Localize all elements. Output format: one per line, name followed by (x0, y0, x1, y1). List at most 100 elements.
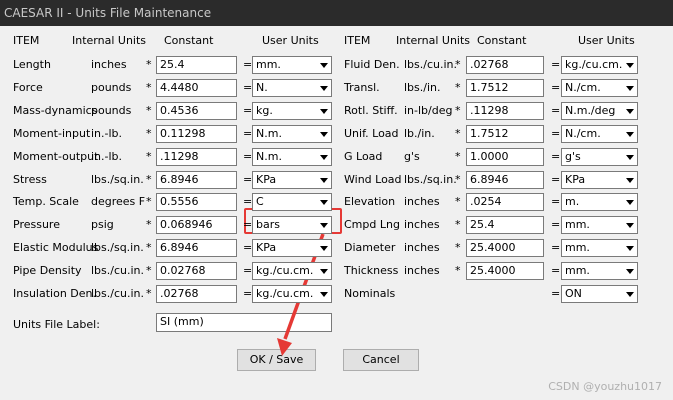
right-row-6-constant-input[interactable]: .0254 (466, 193, 544, 211)
header-constant-left: Constant (164, 34, 214, 47)
left-row-1-constant-input[interactable]: 4.4480 (156, 79, 237, 97)
left-row-1-user-units-select[interactable]: N. (252, 79, 332, 97)
right-row-8-user-units-select[interactable]: mm. (561, 239, 638, 257)
right-row-1-constant-input[interactable]: 1.7512 (466, 79, 544, 97)
left-row-9-user-units-select[interactable]: kg./cu.cm. (252, 262, 332, 280)
right-row-6-multiply-sign: * (455, 195, 461, 208)
chevron-down-icon[interactable] (316, 286, 331, 302)
right-row-8-multiply-sign: * (455, 241, 461, 254)
right-row-2-constant-input[interactable]: .11298 (466, 102, 544, 120)
right-row-4-constant-input[interactable]: 1.0000 (466, 148, 544, 166)
header-item-left: ITEM (13, 34, 40, 47)
left-row-5-user-units-select[interactable]: KPa (252, 171, 332, 189)
right-row-5-constant-input[interactable]: 6.8946 (466, 171, 544, 189)
right-row-7-user-units-select[interactable]: mm. (561, 216, 638, 234)
chevron-down-icon[interactable] (316, 149, 331, 165)
left-row-6-equals-sign: = (243, 195, 253, 208)
chevron-down-icon[interactable] (316, 263, 331, 279)
right-row-7-constant-input[interactable]: 25.4 (466, 216, 544, 234)
left-row-8-constant-input[interactable]: 6.8946 (156, 239, 237, 257)
chevron-down-icon[interactable] (622, 263, 637, 279)
chevron-down-icon[interactable] (316, 80, 331, 96)
right-row-6-user-units-select[interactable]: m. (561, 193, 638, 211)
right-row-0-constant-input[interactable]: .02768 (466, 56, 544, 74)
left-row-0-constant-input[interactable]: 25.4 (156, 56, 237, 74)
left-row-6-user-units-select[interactable]: C (252, 193, 332, 211)
chevron-down-icon[interactable] (622, 217, 637, 233)
right-row-10-equals-sign: = (551, 287, 561, 300)
cancel-button[interactable]: Cancel (343, 349, 419, 371)
chevron-down-icon[interactable] (622, 194, 637, 210)
left-row-10-equals-sign: = (243, 287, 253, 300)
right-row-1-equals-sign: = (551, 81, 561, 94)
right-row-4-multiply-sign: * (455, 150, 461, 163)
right-row-5-equals-sign: = (551, 173, 561, 186)
chevron-down-icon[interactable] (316, 217, 331, 233)
right-row-3-constant-input[interactable]: 1.7512 (466, 125, 544, 143)
left-row-2-constant-input[interactable]: 0.4536 (156, 102, 237, 120)
left-row-4-constant-input[interactable]: .11298 (156, 148, 237, 166)
left-row-8-user-units-select[interactable]: KPa (252, 239, 332, 257)
chevron-down-icon[interactable] (316, 57, 331, 73)
right-row-4-internal-units: g's (404, 150, 420, 163)
chevron-down-icon[interactable] (316, 240, 331, 256)
left-row-6-item-label: Temp. Scale (13, 195, 79, 208)
right-row-0-user-units-select[interactable]: kg./cu.cm. (561, 56, 638, 74)
chevron-down-icon[interactable] (622, 103, 637, 119)
right-row-3-user-units-select[interactable]: N./cm. (561, 125, 638, 143)
left-row-0-internal-units: inches (91, 58, 127, 71)
left-row-9-equals-sign: = (243, 264, 253, 277)
left-row-7-constant-input[interactable]: 0.068946 (156, 216, 237, 234)
right-row-6-user-units-value: m. (565, 195, 580, 208)
left-row-9-user-units-value: kg./cu.cm. (256, 264, 314, 277)
left-row-10-constant-input[interactable]: .02768 (156, 285, 237, 303)
left-row-3-constant-input[interactable]: 0.11298 (156, 125, 237, 143)
left-row-9-constant-input[interactable]: 0.02768 (156, 262, 237, 280)
left-row-4-user-units-value: N.m. (256, 150, 282, 163)
chevron-down-icon[interactable] (622, 80, 637, 96)
chevron-down-icon[interactable] (622, 172, 637, 188)
left-row-2-item-label: Mass-dynamics (13, 104, 98, 117)
right-row-9-constant-input[interactable]: 25.4000 (466, 262, 544, 280)
chevron-down-icon[interactable] (316, 126, 331, 142)
left-row-10-user-units-select[interactable]: kg./cu.cm. (252, 285, 332, 303)
right-row-2-user-units-select[interactable]: N.m./deg (561, 102, 638, 120)
chevron-down-icon[interactable] (622, 57, 637, 73)
chevron-down-icon[interactable] (622, 126, 637, 142)
right-row-6-equals-sign: = (551, 195, 561, 208)
left-row-4-equals-sign: = (243, 150, 253, 163)
chevron-down-icon[interactable] (316, 172, 331, 188)
left-row-0-user-units-select[interactable]: mm. (252, 56, 332, 74)
chevron-down-icon[interactable] (316, 194, 331, 210)
left-row-10-item-label: Insulation Den. (13, 287, 96, 300)
right-row-10-user-units-select[interactable]: ON (561, 285, 638, 303)
chevron-down-icon[interactable] (622, 286, 637, 302)
left-row-3-user-units-value: N.m. (256, 127, 282, 140)
right-row-9-item-label: Thickness (344, 264, 399, 277)
left-row-7-user-units-select[interactable]: bars (252, 216, 332, 234)
right-row-4-user-units-select[interactable]: g's (561, 148, 638, 166)
right-row-5-multiply-sign: * (455, 173, 461, 186)
right-row-3-multiply-sign: * (455, 127, 461, 140)
right-row-8-item-label: Diameter (344, 241, 396, 254)
left-row-6-constant-input[interactable]: 0.5556 (156, 193, 237, 211)
right-row-1-item-label: Transl. (344, 81, 380, 94)
right-row-9-user-units-select[interactable]: mm. (561, 262, 638, 280)
left-row-3-internal-units: in.-lb. (91, 127, 123, 140)
right-row-7-internal-units: inches (404, 218, 440, 231)
chevron-down-icon[interactable] (622, 149, 637, 165)
chevron-down-icon[interactable] (316, 103, 331, 119)
right-row-3-equals-sign: = (551, 127, 561, 140)
left-row-5-constant-input[interactable]: 6.8946 (156, 171, 237, 189)
left-row-6-internal-units: degrees F (91, 195, 146, 208)
left-row-4-user-units-select[interactable]: N.m. (252, 148, 332, 166)
right-row-8-constant-input[interactable]: 25.4000 (466, 239, 544, 257)
right-row-1-user-units-select[interactable]: N./cm. (561, 79, 638, 97)
left-row-3-user-units-select[interactable]: N.m. (252, 125, 332, 143)
left-row-4-internal-units: in.-lb. (91, 150, 123, 163)
chevron-down-icon[interactable] (622, 240, 637, 256)
left-row-0-user-units-value: mm. (256, 58, 281, 71)
right-row-5-user-units-select[interactable]: KPa (561, 171, 638, 189)
left-row-4-item-label: Moment-output (13, 150, 99, 163)
left-row-2-user-units-select[interactable]: kg. (252, 102, 332, 120)
